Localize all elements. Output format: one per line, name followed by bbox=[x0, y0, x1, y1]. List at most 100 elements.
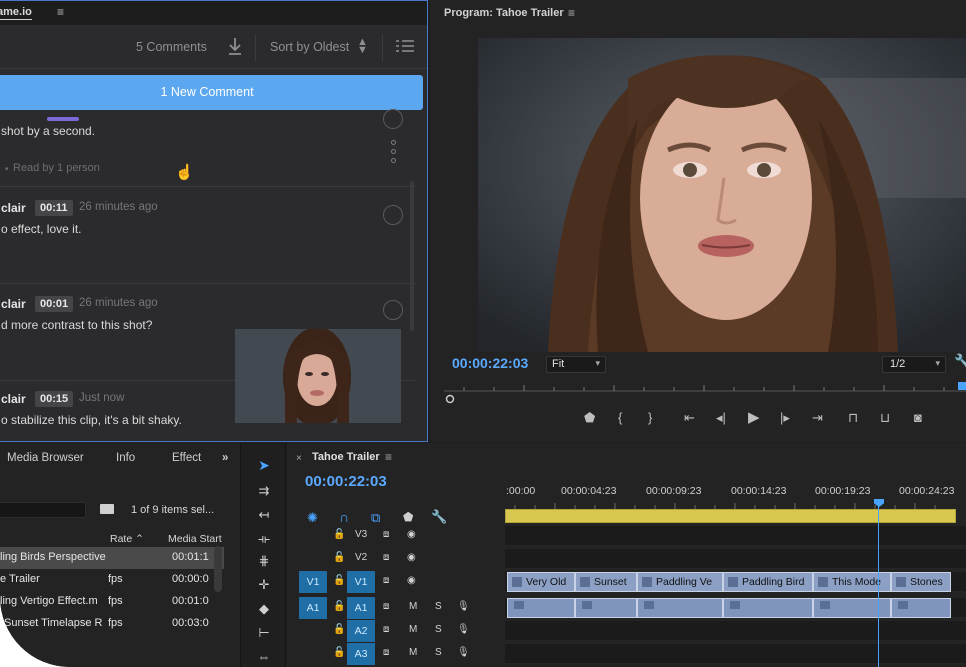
mute-button[interactable]: M bbox=[409, 647, 417, 658]
eye-icon[interactable]: ◉ bbox=[407, 575, 416, 586]
program-ruler[interactable] bbox=[444, 382, 966, 404]
lock-icon[interactable]: 🔓 bbox=[333, 601, 345, 612]
microphone-icon[interactable]: 🎙 bbox=[457, 624, 470, 635]
table-row[interactable]: e Trailer fps 00:00:0 bbox=[0, 569, 224, 591]
audio-clip[interactable] bbox=[723, 598, 813, 618]
track-name[interactable]: A1 bbox=[347, 597, 375, 619]
track-lane[interactable] bbox=[505, 549, 966, 569]
comment-timecode[interactable]: 00:01 bbox=[35, 296, 74, 312]
comment-item[interactable]: clair 00:11 26 minutes ago o effect, lov… bbox=[0, 188, 415, 284]
slide-icon[interactable]: ⇔ bbox=[255, 649, 273, 665]
table-row[interactable]: ling Vertigo Effect.m fps 00:01:0 bbox=[0, 591, 224, 613]
resolve-checkbox[interactable] bbox=[383, 300, 403, 320]
resolve-checkbox[interactable] bbox=[383, 205, 403, 225]
solo-button[interactable]: S bbox=[435, 601, 442, 612]
new-comment-banner[interactable]: 1 New Comment bbox=[0, 75, 423, 110]
video-clip[interactable]: Sunset bbox=[575, 572, 637, 592]
lock-icon[interactable]: 🔓 bbox=[333, 575, 345, 586]
sync-lock-icon[interactable]: ⧈ bbox=[383, 552, 389, 563]
rolling-edit-icon[interactable]: ⟛ bbox=[255, 531, 273, 547]
sync-lock-icon[interactable]: ⧈ bbox=[383, 529, 389, 540]
selection-tool-icon[interactable]: ➤ bbox=[255, 457, 273, 473]
mute-button[interactable]: M bbox=[409, 601, 417, 612]
eye-icon[interactable]: ◉ bbox=[407, 529, 416, 540]
snap-icon[interactable]: ✺ bbox=[307, 510, 318, 526]
slip-icon[interactable]: ⊢ bbox=[255, 625, 273, 641]
video-clip[interactable]: Paddling Bird bbox=[723, 572, 813, 592]
tab-info[interactable]: Info bbox=[116, 452, 135, 464]
program-timecode[interactable]: 00:00:22:03 bbox=[452, 355, 528, 371]
marker-icon[interactable]: ⬟ bbox=[584, 410, 595, 426]
track-name[interactable]: V1 bbox=[347, 571, 375, 593]
video-clip[interactable]: This Mode bbox=[813, 572, 891, 592]
sync-lock-icon[interactable]: ⧈ bbox=[383, 575, 389, 586]
microphone-icon[interactable]: 🎙 bbox=[457, 601, 470, 612]
audio-clip[interactable] bbox=[891, 598, 951, 618]
linked-selection-icon[interactable]: ⧉ bbox=[371, 510, 380, 526]
ripple-edit-icon[interactable]: ↤ bbox=[255, 507, 273, 523]
tab-effects[interactable]: Effect bbox=[172, 452, 201, 464]
play-icon[interactable]: ▶ bbox=[748, 408, 760, 426]
work-area-bar[interactable] bbox=[505, 509, 956, 523]
mark-in-icon[interactable]: { bbox=[618, 410, 622, 425]
lock-icon[interactable]: 🔓 bbox=[333, 529, 345, 540]
scrollbar[interactable] bbox=[410, 181, 414, 331]
sync-lock-icon[interactable]: ⧈ bbox=[383, 601, 389, 612]
camera-icon[interactable]: ◙ bbox=[914, 410, 922, 425]
sync-lock-icon[interactable]: ⧈ bbox=[383, 647, 389, 658]
resolution-dropdown[interactable]: 1/2 ▾ bbox=[882, 356, 946, 373]
resolve-checkbox[interactable] bbox=[383, 109, 403, 129]
source-patch-v1[interactable]: V1 bbox=[299, 571, 327, 593]
track-lane[interactable] bbox=[505, 621, 966, 641]
mute-button[interactable]: M bbox=[409, 624, 417, 635]
project-search-input[interactable] bbox=[0, 502, 86, 518]
mark-out-icon[interactable]: } bbox=[648, 410, 652, 425]
eye-icon[interactable]: ◉ bbox=[407, 552, 416, 563]
timeline-timecode[interactable]: 00:00:22:03 bbox=[305, 473, 387, 490]
more-tabs-icon[interactable]: » bbox=[222, 452, 228, 464]
program-title[interactable]: Program: Tahoe Trailer bbox=[444, 7, 564, 19]
track-lane[interactable] bbox=[505, 598, 966, 618]
wrench-icon[interactable]: 🔧 bbox=[431, 509, 447, 525]
razor-icon[interactable]: ✛ bbox=[255, 577, 273, 593]
table-row[interactable]: ling Birds Perspective. fps 00:01:1 bbox=[0, 547, 224, 569]
hamburger-icon[interactable]: ≡ bbox=[568, 6, 575, 20]
video-clip[interactable]: Stones bbox=[891, 572, 951, 592]
scrollbar[interactable] bbox=[214, 546, 222, 592]
track-name[interactable]: A3 bbox=[347, 643, 375, 665]
overwrite-icon[interactable]: ⊔ bbox=[880, 410, 890, 426]
audio-clip[interactable] bbox=[575, 598, 637, 618]
go-to-in-icon[interactable]: ⇤ bbox=[684, 410, 695, 426]
sort-chevrons-icon[interactable]: ▲ ▼ bbox=[357, 37, 368, 56]
source-patch-a1[interactable]: A1 bbox=[299, 597, 327, 619]
time-ruler[interactable] bbox=[505, 501, 956, 509]
table-row[interactable]: Sunset Timelapse R fps 00:03:0 bbox=[0, 613, 224, 635]
lock-icon[interactable]: 🔓 bbox=[333, 624, 345, 635]
track-name[interactable]: A2 bbox=[347, 620, 375, 642]
go-to-out-icon[interactable]: ⇥ bbox=[812, 410, 823, 426]
folder-icon[interactable] bbox=[100, 504, 114, 514]
microphone-icon[interactable]: 🎙 bbox=[457, 647, 470, 658]
razor-blade-icon[interactable]: ◆ bbox=[255, 601, 273, 617]
comment-item[interactable]: shot by a second. • Read by 1 person ☝ bbox=[0, 109, 415, 187]
insert-icon[interactable]: ⊓ bbox=[848, 410, 858, 426]
audio-clip[interactable] bbox=[507, 598, 575, 618]
track-lane[interactable] bbox=[505, 526, 966, 546]
step-forward-icon[interactable]: |▸ bbox=[780, 410, 790, 426]
hamburger-icon[interactable]: ≡ bbox=[385, 450, 392, 464]
sequence-tab[interactable]: Tahoe Trailer bbox=[312, 451, 380, 463]
video-clip[interactable]: Paddling Ve bbox=[637, 572, 723, 592]
track-name[interactable]: V2 bbox=[355, 552, 367, 563]
magnet-icon[interactable]: ∩ bbox=[339, 509, 349, 525]
close-icon[interactable]: × bbox=[296, 453, 302, 464]
zoom-dropdown[interactable]: Fit ▾ bbox=[546, 356, 606, 373]
hamburger-icon[interactable]: ≡ bbox=[57, 5, 64, 19]
track-lane[interactable] bbox=[505, 644, 966, 664]
column-header-rate[interactable]: Rate ⌃ bbox=[110, 533, 144, 545]
audio-clip[interactable] bbox=[813, 598, 891, 618]
audio-clip[interactable] bbox=[637, 598, 723, 618]
wrench-icon[interactable]: 🔧 bbox=[954, 353, 966, 370]
step-back-icon[interactable]: ◂| bbox=[716, 410, 726, 426]
comment-timecode[interactable]: 00:15 bbox=[35, 391, 74, 407]
tab-media-browser[interactable]: Media Browser bbox=[7, 452, 84, 464]
